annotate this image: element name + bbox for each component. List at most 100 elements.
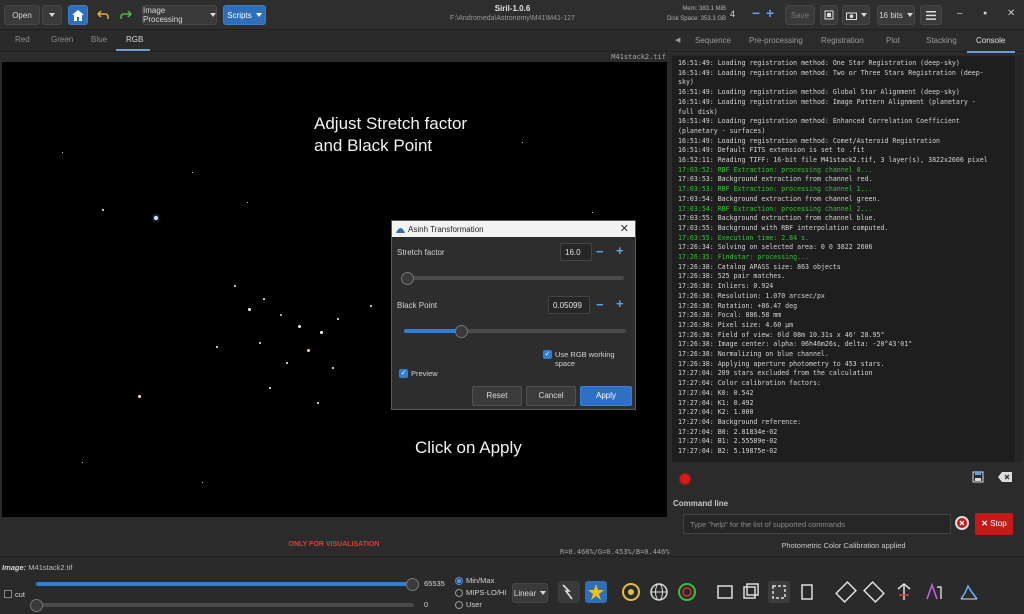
image-tool-3[interactable] <box>796 581 818 603</box>
stretch-decrement[interactable]: − <box>596 244 604 259</box>
fit-zoom-tool[interactable] <box>768 581 790 603</box>
console-line: 16:51:49: Loading registration method: G… <box>678 88 960 97</box>
apply-button[interactable]: Apply <box>580 386 632 406</box>
console-line: 17:26:38: Resolution: 1.070 arcsec/px <box>678 291 825 300</box>
stretch-factor-input[interactable]: 16.0 <box>560 243 592 261</box>
home-button[interactable] <box>68 5 88 25</box>
close-icon[interactable]: ✕ <box>620 222 629 235</box>
black-point-slider-fill <box>404 329 458 333</box>
annotate-tool[interactable] <box>923 581 945 603</box>
use-rgb-checkbox[interactable]: ✓ <box>543 350 552 359</box>
annotation-line: and Black Point <box>314 136 433 155</box>
stop-button[interactable]: ✕ Stop <box>975 513 1013 535</box>
high-slider-handle[interactable] <box>406 578 419 591</box>
dialog-title: Asinh Transformation <box>408 225 484 234</box>
console-line: 17:03:55: Background extraction from cha… <box>678 214 877 223</box>
photometry-tool[interactable] <box>620 581 642 603</box>
star-finder-tool[interactable] <box>585 581 607 603</box>
target-tool[interactable] <box>676 581 698 603</box>
mirror-x-tool[interactable] <box>835 581 857 603</box>
snapshot-button[interactable] <box>820 5 838 25</box>
minimize-icon[interactable]: – <box>957 8 963 19</box>
scale-mode-select[interactable]: Linear <box>512 583 548 603</box>
low-slider-track[interactable] <box>36 603 414 607</box>
mirror-y-tool[interactable] <box>863 581 885 603</box>
annotation-apply: Click on Apply <box>415 438 522 457</box>
copy-icon <box>743 583 759 599</box>
image-tool-2[interactable] <box>740 581 762 603</box>
threads-decrement[interactable]: − <box>752 5 760 21</box>
tabs-scroll-left-icon[interactable]: ◀ <box>675 36 680 44</box>
scripts-menu[interactable]: Scripts <box>223 5 266 25</box>
recent-dropdown-button[interactable] <box>42 5 62 25</box>
save-as-button[interactable] <box>842 5 870 25</box>
cut-checkbox[interactable] <box>4 590 12 598</box>
open-button[interactable]: Open <box>4 5 40 25</box>
radio-minmax[interactable] <box>455 577 463 585</box>
black-point-slider-handle[interactable] <box>454 325 468 338</box>
clear-log-button[interactable] <box>998 472 1012 484</box>
radio-user[interactable] <box>455 601 463 609</box>
tab-rgb[interactable]: RGB <box>126 35 143 44</box>
record-icon[interactable] <box>679 473 691 485</box>
black-point-increment[interactable]: + <box>616 296 624 311</box>
tab-green[interactable]: Green <box>51 35 73 44</box>
reset-button[interactable]: Reset <box>472 386 522 406</box>
cancel-button[interactable]: Cancel <box>526 386 576 406</box>
main-menu-button[interactable] <box>920 5 942 25</box>
stretch-increment[interactable]: + <box>616 243 624 258</box>
redo-button[interactable] <box>116 5 136 25</box>
tab-pre-processing[interactable]: Pre-processing <box>749 36 803 45</box>
console-scrollbar[interactable] <box>1016 56 1022 462</box>
command-input[interactable]: Type "help" for the list of supported co… <box>683 514 951 534</box>
black-point-decrement[interactable]: − <box>596 297 604 312</box>
dialog-titlebar[interactable]: Asinh Transformation ✕ <box>392 221 635 237</box>
maximize-icon[interactable]: ● <box>983 10 987 17</box>
console-line: full disk) <box>678 107 718 116</box>
undo-button[interactable] <box>93 5 113 25</box>
tab-sequence[interactable]: Sequence <box>695 36 731 45</box>
low-slider-handle[interactable] <box>30 599 43 612</box>
frame-icon <box>717 585 733 599</box>
black-point-input[interactable]: 0.05099 <box>548 296 590 314</box>
chevron-down-icon <box>860 13 867 17</box>
auto-stretch-tool[interactable] <box>558 581 580 603</box>
high-value[interactable]: 65535 <box>424 579 445 588</box>
tab-red[interactable]: Red <box>15 35 30 44</box>
astrometry-tool[interactable] <box>648 581 670 603</box>
flip-tool[interactable] <box>893 581 915 603</box>
image-processing-menu[interactable]: Image Processing <box>142 5 217 25</box>
tab-blue[interactable]: Blue <box>91 35 107 44</box>
console-log[interactable]: 16:51:49: Loading registration method: O… <box>672 56 1015 462</box>
clear-icon <box>998 472 1012 482</box>
preview-checkbox[interactable]: ✓ <box>399 369 408 378</box>
black-point-label: Black Point <box>397 301 438 310</box>
save-log-button[interactable] <box>972 471 984 485</box>
bit-depth-select[interactable]: 16 bits <box>877 5 915 25</box>
high-slider-track[interactable] <box>36 582 414 586</box>
tab-stacking[interactable]: Stacking <box>926 36 957 45</box>
tab-plot[interactable]: Plot <box>886 36 900 45</box>
save-button[interactable]: Save <box>785 5 815 25</box>
image-label: Image: <box>2 563 27 572</box>
clear-command-button[interactable] <box>955 516 969 530</box>
apply-label: Apply <box>595 391 616 400</box>
histogram-tool[interactable] <box>958 581 980 603</box>
siril-logo-icon <box>396 228 405 233</box>
stretch-slider-track[interactable] <box>404 276 624 280</box>
radio-mips[interactable] <box>455 589 463 597</box>
tab-console[interactable]: Console <box>976 36 1005 45</box>
console-line: 17:03:53: RBF Extraction: processing cha… <box>678 185 873 194</box>
image-tool-1[interactable] <box>714 581 736 603</box>
star <box>286 362 288 364</box>
command-line-label: Command line <box>673 499 729 508</box>
tab-registration[interactable]: Registration <box>821 36 864 45</box>
chevron-down-icon <box>210 13 216 17</box>
low-value[interactable]: 0 <box>424 600 428 609</box>
radio-minmax-label: Min/Max <box>466 576 495 585</box>
star <box>332 367 334 369</box>
threads-increment[interactable]: + <box>766 5 774 21</box>
stretch-slider-handle[interactable] <box>401 272 414 285</box>
close-icon[interactable]: ✕ <box>1007 8 1015 19</box>
star <box>138 395 141 398</box>
